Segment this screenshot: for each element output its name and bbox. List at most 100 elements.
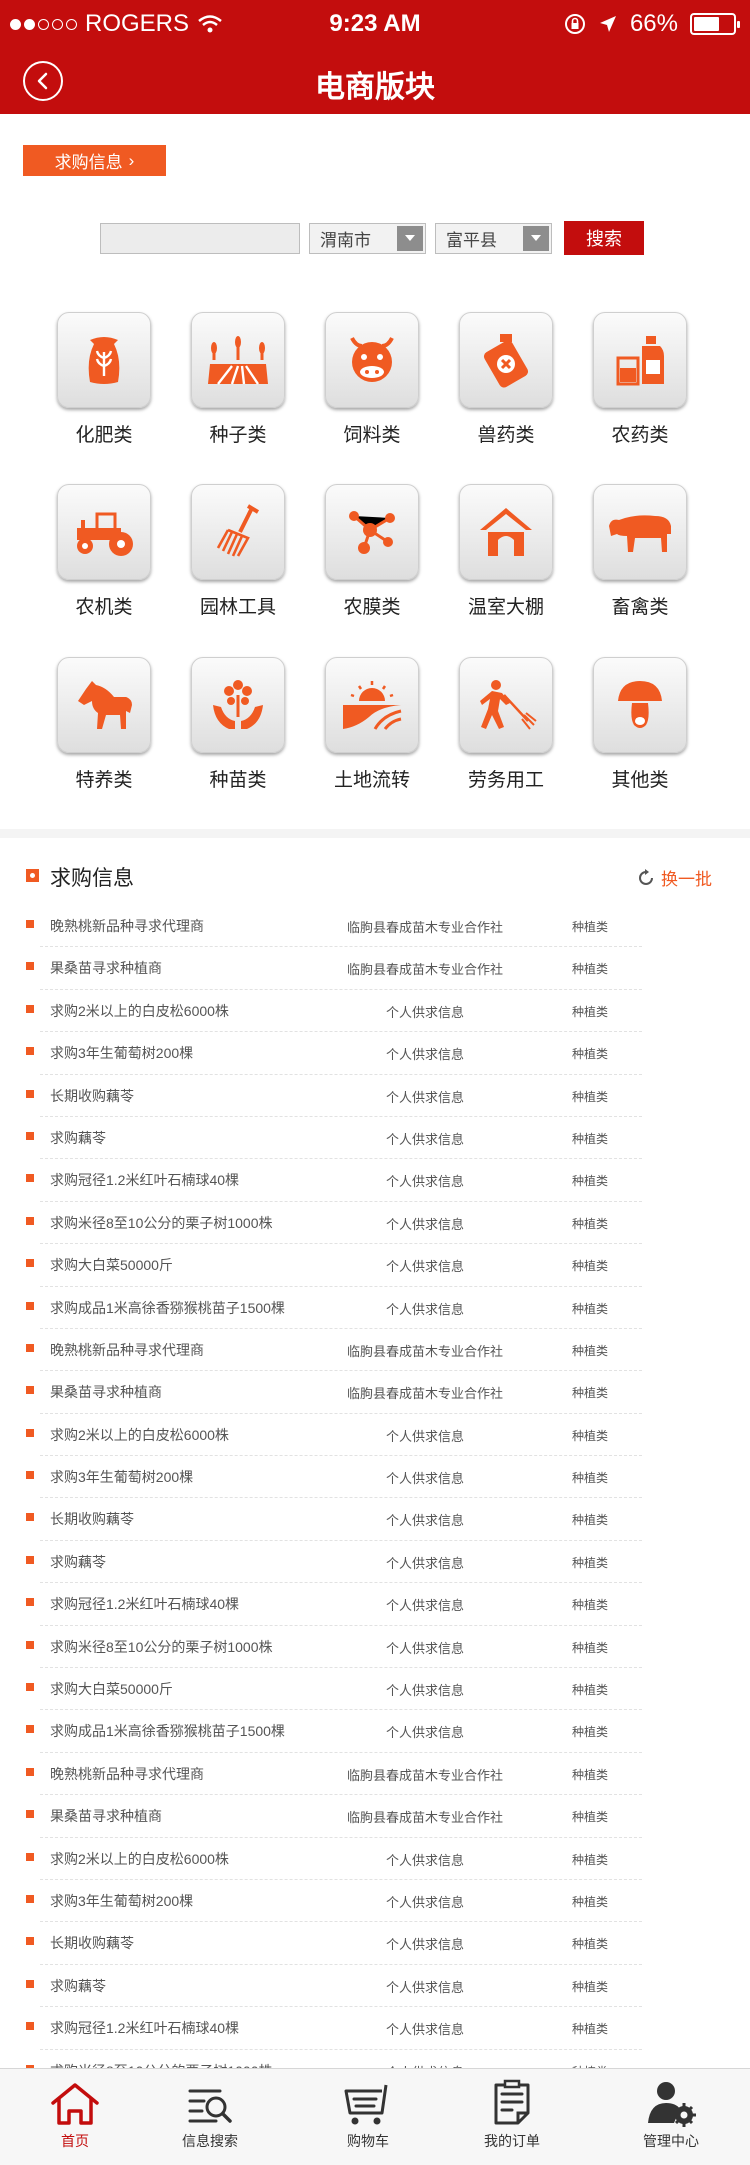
list-item[interactable]: 果桑苗寻求种植商 临朐县春成苗木专业合作社 种植类 [0,1371,750,1415]
list-item[interactable]: 求购成品1米高徐香猕猴桃苗子1500棵 个人供求信息 种植类 [0,1287,750,1330]
location-arrow-icon [599,16,616,32]
tab-label: 我的订单 [484,2133,540,2149]
list-item[interactable]: 长期收购藕苓 个人供求信息 种植类 [0,1498,750,1542]
category-item-garden-tools[interactable]: 园林工具 [173,484,303,619]
category-item-fertilizer[interactable]: 化肥类 [39,312,169,447]
item-type: 种植类 [572,1131,609,1146]
tab-my-orders[interactable]: 我的订单 [437,2069,587,2165]
refresh-icon [639,868,653,885]
category-item-feed[interactable]: 饲料类 [307,312,437,447]
list-item[interactable]: 晚熟桃新品种寻求代理商 临朐县春成苗木专业合作社 种植类 [0,1753,750,1796]
list-item[interactable]: 长期收购藕苓 个人供求信息 种植类 [0,1075,750,1118]
item-type: 种植类 [572,2022,609,2037]
list-item[interactable]: 求购藕苓 个人供求信息 种植类 [0,1965,750,2008]
item-type: 种植类 [572,1852,609,1867]
item-type: 种植类 [572,1937,609,1952]
county-select[interactable]: 富平县 [435,222,552,254]
item-title: 长期收购藕苓 [50,1935,134,1952]
list-item[interactable]: 求购2米以上的白皮松6000株 个人供求信息 种植类 [0,1414,750,1457]
list-item[interactable]: 求购2米以上的白皮松6000株 个人供求信息 种植类 [0,1838,750,1881]
list-item[interactable]: 求购米径8至10公分的栗子树1000株个人供求信息种植类 [0,2050,750,2068]
category-item-land-transfer[interactable]: 土地流转 [307,657,437,792]
list-item[interactable]: 求购大白菜50000斤 个人供求信息 种植类 [0,1668,750,1711]
list-item[interactable]: 求购冠径1.2米红叶石楠球40棵 个人供求信息 种植类 [0,1159,750,1203]
tab-home[interactable]: 首页 [0,2069,150,2165]
category-tile [593,312,687,408]
item-title: 求购成品1米高徐香猕猴桃苗子1500棵 [50,1723,285,1740]
list-item[interactable]: 求购冠径1.2米红叶石楠球40棵 个人供求信息 种植类 [0,1583,750,1627]
item-type: 种植类 [572,1979,609,1994]
item-title: 求购大白菜50000斤 [50,1257,173,1274]
greenhouse-icon [480,508,532,556]
category-item-livestock[interactable]: 畜禽类 [575,484,705,619]
tab-info-search[interactable]: 信息搜索 [135,2069,285,2165]
refresh-button[interactable]: 换一批 [637,865,712,890]
cattle-icon [609,515,671,552]
refresh-label: 换一批 [661,870,712,889]
bullet-icon [26,1852,34,1861]
category-item-labor[interactable]: 劳务用工 [441,657,571,792]
list-item[interactable]: 求购大白菜50000斤 个人供求信息 种植类 [0,1244,750,1287]
bullet-icon [26,1979,34,1988]
tractor-icon [77,512,133,556]
category-item-seedlings[interactable]: 种苗类 [173,657,303,792]
item-source: 临朐县春成苗木专业合作社 [346,1767,503,1783]
bullet-icon [26,1894,34,1903]
list-item[interactable]: 求购3年生葡萄树200棵 个人供求信息 种植类 [0,1880,750,1923]
category-item-special-breeding[interactable]: 特养类 [39,657,169,792]
item-type: 种植类 [572,1894,609,1909]
tab-cart[interactable]: 购物车 [293,2069,443,2165]
category-item-seeds[interactable]: 种子类 [173,312,303,447]
item-type: 种植类 [572,1428,609,1443]
item-title: 求购藕苓 [50,1129,106,1146]
category-label: 农药类 [611,425,669,446]
app-header: ROGERS 9:23 AM 66% 电商版块 [0,0,750,114]
buy-info-button[interactable]: 求购信息 › [23,145,166,176]
list-item[interactable]: 长期收购藕苓 个人供求信息 种植类 [0,1922,750,1966]
search-input[interactable] [100,222,300,254]
list-item[interactable]: 晚熟桃新品种寻求代理商 临朐县春成苗木专业合作社 种植类 [0,1329,750,1372]
city-select[interactable]: 渭南市 [309,222,426,254]
list-item[interactable]: 求购成品1米高徐香猕猴桃苗子1500棵 个人供求信息 种植类 [0,1710,750,1754]
molecule-icon [349,511,395,554]
item-type: 种植类 [572,1471,609,1486]
item-title: 晚熟桃新品种寻求代理商 [50,1341,204,1358]
bullet-icon [26,1047,34,1056]
list-item[interactable]: 果桑苗寻求种植商 临朐县春成苗木专业合作社 种植类 [0,1795,750,1838]
list-item[interactable]: 果桑苗寻求种植商 临朐县春成苗木专业合作社 种植类 [0,947,750,991]
tab-admin-center[interactable]: 管理中心 [596,2069,746,2165]
search-button[interactable]: 搜索 [564,221,644,255]
list-item[interactable]: 求购米径8至10公分的栗子树1000株个人供求信息种植类 [0,1202,750,1245]
list-item[interactable]: 求购米径8至10公分的栗子树1000株个人供求信息种植类 [0,1626,750,1669]
bullet-icon [26,1386,34,1395]
category-tile [191,312,285,408]
category-tile [325,484,419,580]
category-item-others[interactable]: 其他类 [575,657,705,792]
category-tile [325,312,419,408]
orders-icon [494,2079,530,2125]
list-item[interactable]: 求购藕苓 个人供求信息 种植类 [0,1541,750,1584]
list-item[interactable]: 求购3年生葡萄树200棵 个人供求信息 种植类 [0,1032,750,1075]
list-item[interactable]: 求购3年生葡萄树200棵 个人供求信息 种植类 [0,1456,750,1499]
list-item[interactable]: 晚熟桃新品种寻求代理商 临朐县春成苗木专业合作社 种植类 [0,905,750,948]
category-item-vet-medicine[interactable]: 兽药类 [441,312,571,447]
item-source: 个人供求信息 [385,1894,464,1910]
category-item-machinery[interactable]: 农机类 [39,484,169,619]
list-item[interactable]: 求购冠径1.2米红叶石楠球40棵 个人供求信息 种植类 [0,2007,750,2050]
list-item[interactable]: 求购2米以上的白皮松6000株 个人供求信息 种植类 [0,990,750,1033]
list-item[interactable]: 求购藕苓 个人供求信息 种植类 [0,1117,750,1160]
category-label: 种苗类 [209,770,267,791]
item-source: 临朐县春成苗木专业合作社 [346,1386,503,1402]
category-item-greenhouse[interactable]: 温室大棚 [441,484,571,619]
item-type: 种植类 [572,1555,609,1570]
category-item-film[interactable]: 农膜类 [307,484,437,619]
bullet-icon [26,1640,34,1649]
category-label: 化肥类 [75,425,133,446]
item-title: 果桑苗寻求种植商 [50,1808,162,1825]
category-tile [57,657,151,753]
category-label: 土地流转 [333,770,410,791]
category-item-pesticide[interactable]: 农药类 [575,312,705,447]
bullet-icon [26,1810,34,1819]
category-tile [459,312,553,408]
item-title: 长期收购藕苓 [50,1087,134,1104]
